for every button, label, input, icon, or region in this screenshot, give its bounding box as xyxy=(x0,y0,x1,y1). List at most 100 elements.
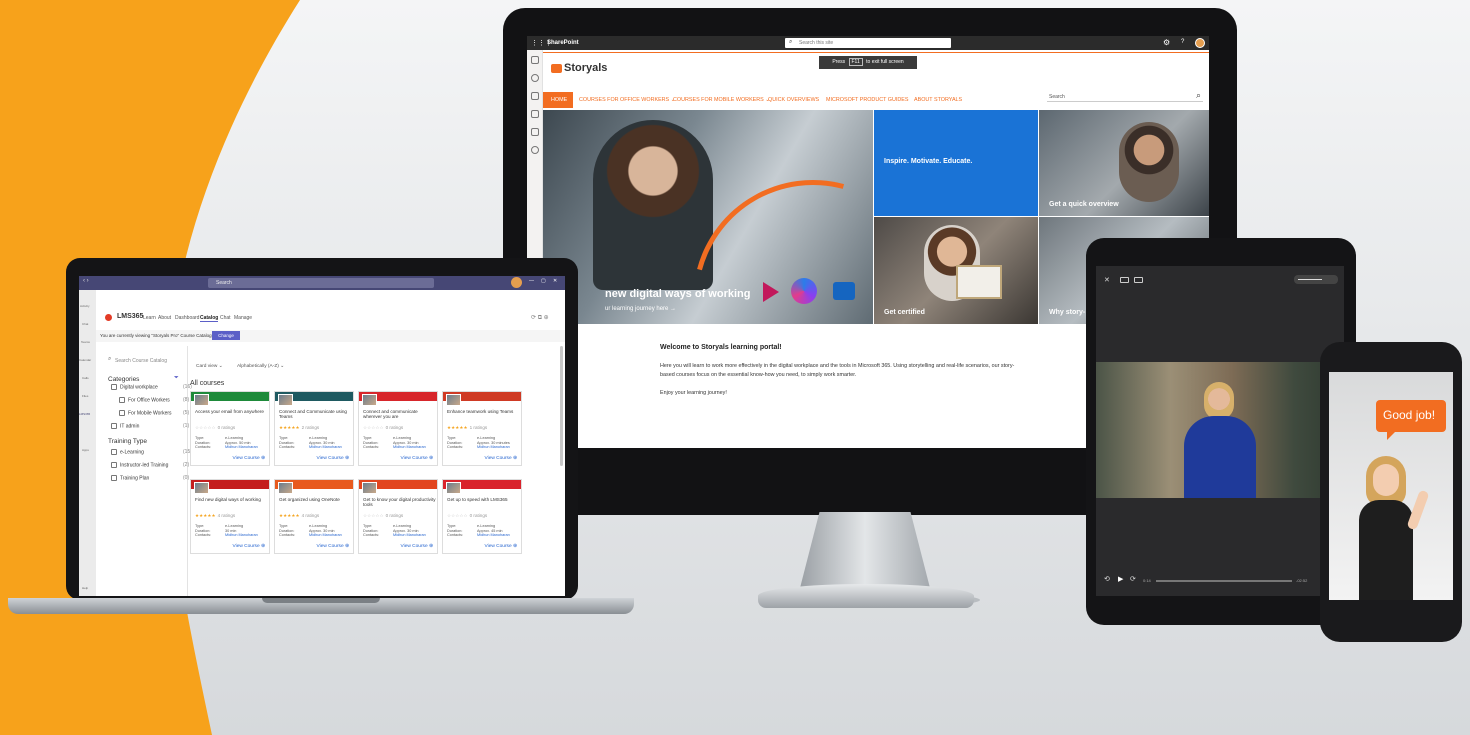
forward-icon[interactable]: ⟳ xyxy=(1130,575,1136,583)
catalog-search-input[interactable]: Search Course Catalog xyxy=(115,358,167,364)
course-card[interactable]: Get to know your digital productivity to… xyxy=(358,479,438,554)
view-course-link[interactable]: View Course ⊕ xyxy=(401,544,433,549)
category-digital-workplace[interactable]: Digital workplace (16) xyxy=(111,384,192,390)
refresh-icon[interactable]: ⟳ ⧉ ⊕ xyxy=(531,314,549,322)
rail-files[interactable]: Files xyxy=(82,394,88,398)
course-title[interactable]: Find new digital ways of working xyxy=(195,497,269,502)
app-name[interactable]: SharePoint xyxy=(547,40,579,46)
course-contact[interactable]: Midhun Manoharan xyxy=(225,533,258,538)
course-card[interactable]: Enhance teamwork using Teams ★★★★★ 1 ratin… xyxy=(442,391,522,466)
rail-lms365[interactable]: LMS365 xyxy=(79,412,90,416)
nav-item-about[interactable]: ABOUT STORYALS xyxy=(914,97,962,103)
tab-manage[interactable]: Manage xyxy=(234,315,252,321)
category-it-admin[interactable]: IT admin (1) xyxy=(111,423,189,429)
training-elearning[interactable]: e-Learning (15) xyxy=(111,449,192,455)
database-icon[interactable] xyxy=(531,128,539,136)
minimize-icon[interactable]: — xyxy=(529,278,534,284)
course-title[interactable]: Get up to speed with LMS365 xyxy=(447,497,521,502)
nav-item-office-workers[interactable]: COURSES FOR OFFICE WORKERS ⌄ xyxy=(579,97,675,103)
checkbox[interactable] xyxy=(111,475,117,481)
nav-item-mobile-workers[interactable]: COURSES FOR MOBILE WORKERS ⌄ xyxy=(673,97,770,103)
course-contact[interactable]: Midhun Manoharan xyxy=(477,445,510,450)
course-contact[interactable]: Midhun Manoharan xyxy=(477,533,510,538)
document-icon[interactable] xyxy=(531,110,539,118)
news-icon[interactable] xyxy=(531,92,539,100)
sort-dropdown[interactable]: Alphabetically (A-Z) ⌄ xyxy=(237,364,284,369)
tab-dashboard[interactable]: Dashboard xyxy=(175,315,199,321)
view-course-link[interactable]: View Course ⊕ xyxy=(317,544,349,549)
checkbox[interactable] xyxy=(111,462,117,468)
nav-item-product-guides[interactable]: MICROSOFT PRODUCT GUIDES xyxy=(826,97,908,103)
tile-quick-overview[interactable]: Get a quick overview xyxy=(1039,110,1209,216)
view-course-link[interactable]: View Course ⊕ xyxy=(317,456,349,461)
video-frame[interactable] xyxy=(1096,362,1344,498)
view-course-link[interactable]: View Course ⊕ xyxy=(233,544,265,549)
site-search-box[interactable]: ⌕ Search this site xyxy=(785,38,951,48)
rail-help[interactable]: Help xyxy=(82,586,88,590)
rail-calls[interactable]: Calls xyxy=(82,376,89,380)
site-search-input[interactable]: Search ⌕ xyxy=(1047,90,1203,102)
training-instructor-led[interactable]: Instructor-led Training (2) xyxy=(111,462,189,468)
tab-learn[interactable]: Learn xyxy=(143,315,156,321)
nav-item-quick-overviews[interactable]: QUICK OVERVIEWS xyxy=(768,97,819,103)
view-course-link[interactable]: View Course ⊕ xyxy=(401,456,433,461)
checkbox[interactable] xyxy=(111,449,117,455)
course-card[interactable]: Access your email from anywhere ☆☆☆☆☆ 0 ra… xyxy=(190,391,270,466)
home-icon[interactable] xyxy=(531,56,539,64)
category-office-workers[interactable]: For Office Workers (8) xyxy=(119,397,189,403)
checkbox[interactable] xyxy=(111,384,117,390)
course-card[interactable]: Connect and communicate wherever you are… xyxy=(358,391,438,466)
course-title[interactable]: Get to know your digital productivity to… xyxy=(363,497,437,508)
volume-slider[interactable] xyxy=(1294,275,1338,284)
nav-item-home[interactable]: HOME xyxy=(551,97,567,103)
help-icon[interactable]: ? xyxy=(1181,39,1184,45)
course-card[interactable]: Connect and Communicate using Teams ★★★★★… xyxy=(274,391,354,466)
tab-catalog[interactable]: Catalog xyxy=(200,315,219,322)
checkbox[interactable] xyxy=(119,397,125,403)
tab-chat[interactable]: Chat xyxy=(220,315,231,321)
view-course-link[interactable]: View Course ⊕ xyxy=(485,456,517,461)
rail-teams[interactable]: Teams xyxy=(81,340,90,344)
course-title[interactable]: Connect and communicate wherever you are xyxy=(363,409,437,420)
tile-inspire[interactable]: Inspire. Motivate. Educate. xyxy=(874,110,1038,216)
checkbox[interactable] xyxy=(111,423,117,429)
back-forward-icon[interactable]: ‹ › xyxy=(83,278,89,284)
course-contact[interactable]: Midhun Manoharan xyxy=(309,445,342,450)
filter-icon[interactable]: ⏷ xyxy=(174,375,179,382)
tile-certified[interactable]: Get certified xyxy=(874,217,1038,324)
checkbox[interactable] xyxy=(119,410,125,416)
avatar[interactable] xyxy=(1195,38,1205,48)
card-view-dropdown[interactable]: Card view ⌄ xyxy=(196,364,223,369)
training-plan[interactable]: Training Plan (0) xyxy=(111,475,189,481)
view-course-link[interactable]: View Course ⊕ xyxy=(485,544,517,549)
close-icon[interactable]: ✕ xyxy=(1104,276,1110,284)
rewind-icon[interactable]: ⟲ xyxy=(1104,575,1110,583)
hero-subline[interactable]: ur learning journey here → xyxy=(605,306,676,312)
category-mobile-workers[interactable]: For Mobile Workers (5) xyxy=(119,410,189,416)
rail-activity[interactable]: Activity xyxy=(80,304,90,308)
course-contact[interactable]: Midhun Manoharan xyxy=(225,445,258,450)
close-icon[interactable]: ✕ xyxy=(553,278,557,284)
course-card[interactable]: Get organized using OneNote ★★★★★ 4 rating… xyxy=(274,479,354,554)
captions-icon[interactable] xyxy=(1120,277,1129,283)
course-title[interactable]: Access your email from anywhere xyxy=(195,409,269,414)
play-icon[interactable]: ▶ xyxy=(1118,575,1123,583)
scrollbar[interactable] xyxy=(560,346,563,466)
course-contact[interactable]: Midhun Manoharan xyxy=(309,533,342,538)
pip-icon[interactable] xyxy=(1134,277,1143,283)
course-title[interactable]: Enhance teamwork using Teams xyxy=(447,409,521,414)
view-course-link[interactable]: View Course ⊕ xyxy=(233,456,265,461)
rail-chat[interactable]: Chat xyxy=(82,322,88,326)
add-icon[interactable] xyxy=(531,146,539,154)
hero-tile-main[interactable]: new digital ways of working ur learning … xyxy=(543,110,873,324)
course-contact[interactable]: Midhun Manoharan xyxy=(393,533,426,538)
course-card[interactable]: Get up to speed with LMS365 ☆☆☆☆☆ 0 rating… xyxy=(442,479,522,554)
course-title[interactable]: Connect and Communicate using Teams xyxy=(279,409,353,420)
teams-search-box[interactable]: Search xyxy=(208,278,434,288)
rail-apps[interactable]: Apps xyxy=(82,448,89,452)
avatar[interactable] xyxy=(511,277,522,288)
gear-icon[interactable]: ⚙ xyxy=(1163,38,1170,47)
seek-bar[interactable] xyxy=(1156,580,1292,582)
course-title[interactable]: Get organized using OneNote xyxy=(279,497,353,502)
maximize-icon[interactable]: ▢ xyxy=(541,278,546,284)
